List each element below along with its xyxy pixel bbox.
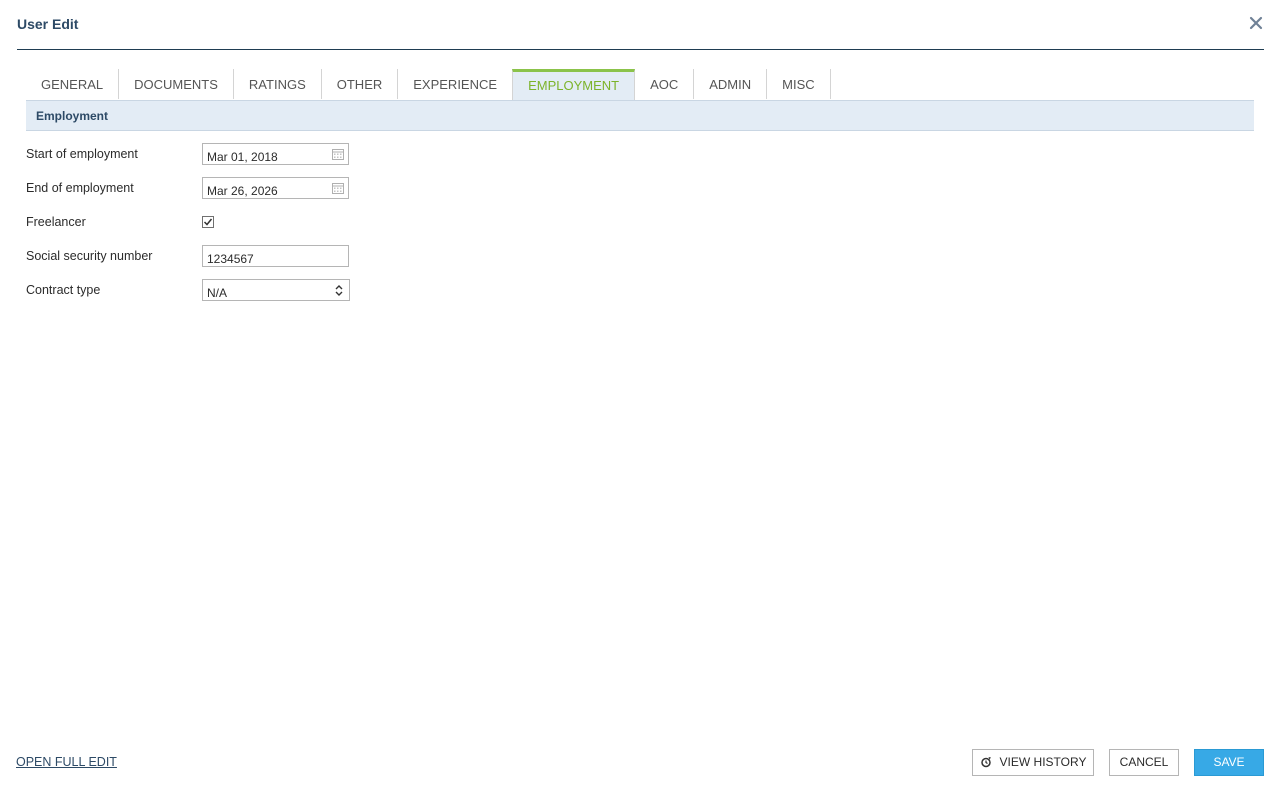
form-row-contract: Contract type N/A: [26, 279, 426, 301]
freelancer-checkbox[interactable]: [202, 216, 214, 228]
end-of-employment-value: Mar 26, 2026: [207, 184, 278, 198]
form-row-ssn: Social security number 1234567: [26, 245, 426, 267]
tab-documents[interactable]: DOCUMENTS: [119, 69, 234, 99]
section-header: Employment: [26, 100, 1254, 131]
end-of-employment-label: End of employment: [26, 181, 134, 195]
open-full-edit-link[interactable]: OPEN FULL EDIT: [16, 755, 117, 769]
tab-ratings[interactable]: RATINGS: [234, 69, 322, 99]
view-history-button[interactable]: VIEW HISTORY: [972, 749, 1094, 776]
contract-type-value: N/A: [207, 286, 228, 300]
select-arrows-icon: [335, 285, 343, 296]
dialog-header: User Edit: [17, 0, 1264, 50]
close-button[interactable]: [1248, 14, 1264, 32]
tab-misc[interactable]: MISC: [767, 69, 831, 99]
contract-type-select[interactable]: N/A: [202, 279, 350, 301]
contract-type-label: Contract type: [26, 283, 101, 297]
social-security-number-label: Social security number: [26, 249, 153, 263]
calendar-icon[interactable]: [332, 149, 344, 160]
section-title: Employment: [36, 109, 109, 123]
history-icon: [980, 756, 991, 768]
social-security-number-value: 1234567: [207, 252, 254, 266]
end-of-employment-field[interactable]: Mar 26, 2026: [202, 177, 349, 199]
tab-general[interactable]: GENERAL: [26, 69, 120, 99]
checkmark-icon: [203, 218, 213, 226]
calendar-icon[interactable]: [332, 183, 344, 194]
view-history-label: VIEW HISTORY: [999, 755, 1087, 769]
form-row-end: End of employment Mar 26, 2026: [26, 177, 426, 199]
tab-aoc[interactable]: AOC: [635, 69, 695, 99]
tab-bar: GENERAL DOCUMENTS RATINGS OTHER EXPERIEN…: [26, 69, 831, 100]
freelancer-label: Freelancer: [26, 215, 86, 229]
tab-experience[interactable]: EXPERIENCE: [398, 69, 514, 99]
dialog-title: User Edit: [17, 16, 79, 32]
cancel-button[interactable]: CANCEL: [1109, 749, 1179, 776]
user-edit-dialog: User Edit GENERAL DOCUMENTS RATINGS OTHE…: [0, 0, 1284, 792]
close-icon: [1249, 16, 1263, 30]
tab-admin[interactable]: ADMIN: [694, 69, 768, 99]
start-of-employment-label: Start of employment: [26, 147, 138, 161]
form-row-start: Start of employment Mar 01, 2018: [26, 143, 426, 165]
tab-employment[interactable]: EMPLOYMENT: [512, 69, 636, 100]
save-button[interactable]: SAVE: [1194, 749, 1264, 776]
start-of-employment-value: Mar 01, 2018: [207, 150, 278, 164]
social-security-number-field[interactable]: 1234567: [202, 245, 349, 267]
form-row-freelancer: Freelancer: [26, 211, 426, 233]
start-of-employment-field[interactable]: Mar 01, 2018: [202, 143, 349, 165]
tab-other[interactable]: OTHER: [322, 69, 399, 99]
